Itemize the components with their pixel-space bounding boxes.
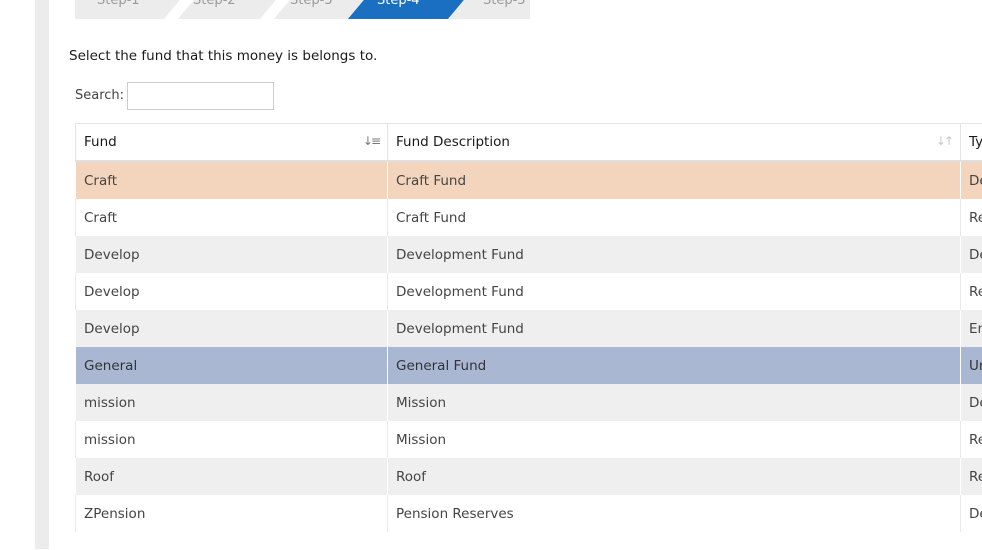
wizard-step-label: Step-2 xyxy=(193,0,236,8)
column-header-fund[interactable]: Fund ↓≡ xyxy=(76,124,388,161)
table-row[interactable]: DevelopDevelopment FundEn xyxy=(76,310,982,347)
cell-fund: mission xyxy=(76,421,388,458)
table-header-row: Fund ↓≡ Fund Description ↓↑ Ty xyxy=(76,124,982,161)
search-input[interactable] xyxy=(127,82,274,110)
wizard-step-label: Step-5 xyxy=(483,0,526,8)
table-row[interactable]: missionMissionRe xyxy=(76,421,982,458)
cell-type: Re xyxy=(961,458,982,495)
sort-arrows-icon[interactable]: ↓↑ xyxy=(936,134,952,148)
cell-description: Pension Reserves xyxy=(388,495,961,532)
page-margin xyxy=(0,0,35,549)
cell-type: De xyxy=(961,384,982,421)
cell-description: Mission xyxy=(388,384,961,421)
column-header-label: Fund Description xyxy=(396,134,510,150)
cell-fund: Develop xyxy=(76,236,388,273)
cell-fund: Develop xyxy=(76,310,388,347)
cell-type: Re xyxy=(961,199,982,236)
wizard-step-5[interactable]: Step-5 xyxy=(461,0,530,19)
cell-fund: Develop xyxy=(76,273,388,310)
cell-description: Craft Fund xyxy=(388,199,961,236)
instruction-text: Select the fund that this money is belon… xyxy=(69,48,377,64)
sort-amount-down-icon[interactable]: ↓≡ xyxy=(363,134,379,148)
cell-description: Development Fund xyxy=(388,273,961,310)
cell-fund: mission xyxy=(76,384,388,421)
table-row[interactable]: CraftCraft FundRe xyxy=(76,199,982,236)
cell-description: Development Fund xyxy=(388,310,961,347)
cell-description: Craft Fund xyxy=(388,161,961,199)
column-header-fund-description[interactable]: Fund Description ↓↑ xyxy=(388,124,961,161)
cell-description: Development Fund xyxy=(388,236,961,273)
cell-fund: General xyxy=(76,347,388,384)
cell-fund: Craft xyxy=(76,199,388,236)
cell-fund: Craft xyxy=(76,161,388,199)
cell-type: Re xyxy=(961,273,982,310)
cell-type: De xyxy=(961,236,982,273)
cell-description: Roof xyxy=(388,458,961,495)
search-label: Search: xyxy=(75,88,124,103)
sidebar-edge xyxy=(35,0,49,549)
wizard-steps: Step-1 Step-2 Step-3 Step-4 Step-5 xyxy=(75,0,530,19)
table-row[interactable]: ZPensionPension ReservesDe xyxy=(76,495,982,532)
cell-description: Mission xyxy=(388,421,961,458)
fund-table: Fund ↓≡ Fund Description ↓↑ Ty CraftCraf… xyxy=(75,124,982,532)
cell-fund: Roof xyxy=(76,458,388,495)
column-header-label: Ty xyxy=(969,134,982,150)
cell-type: En xyxy=(961,310,982,347)
table-row[interactable]: GeneralGeneral FundUr xyxy=(76,347,982,384)
cell-fund: ZPension xyxy=(76,495,388,532)
wizard-step-label: Step-3 xyxy=(290,0,333,8)
wizard-step-2[interactable]: Step-2 xyxy=(171,0,283,19)
column-header-type[interactable]: Ty xyxy=(961,124,982,161)
fund-table-container: Fund ↓≡ Fund Description ↓↑ Ty CraftCraf… xyxy=(75,123,982,550)
table-row[interactable]: RoofRoofRe xyxy=(76,458,982,495)
wizard-step-label: Step-4 xyxy=(377,0,420,8)
wizard-step-label: Step-1 xyxy=(97,0,140,8)
cell-description: General Fund xyxy=(388,347,961,384)
cell-type: Ur xyxy=(961,347,982,384)
table-row[interactable]: DevelopDevelopment FundRe xyxy=(76,273,982,310)
table-row[interactable]: missionMissionDe xyxy=(76,384,982,421)
cell-type: Re xyxy=(961,421,982,458)
table-row[interactable]: CraftCraft FundDe xyxy=(76,161,982,199)
cell-type: De xyxy=(961,495,982,532)
table-row[interactable]: DevelopDevelopment FundDe xyxy=(76,236,982,273)
column-header-label: Fund xyxy=(84,134,117,150)
cell-type: De xyxy=(961,161,982,199)
wizard-step-4[interactable]: Step-4 xyxy=(355,0,467,19)
